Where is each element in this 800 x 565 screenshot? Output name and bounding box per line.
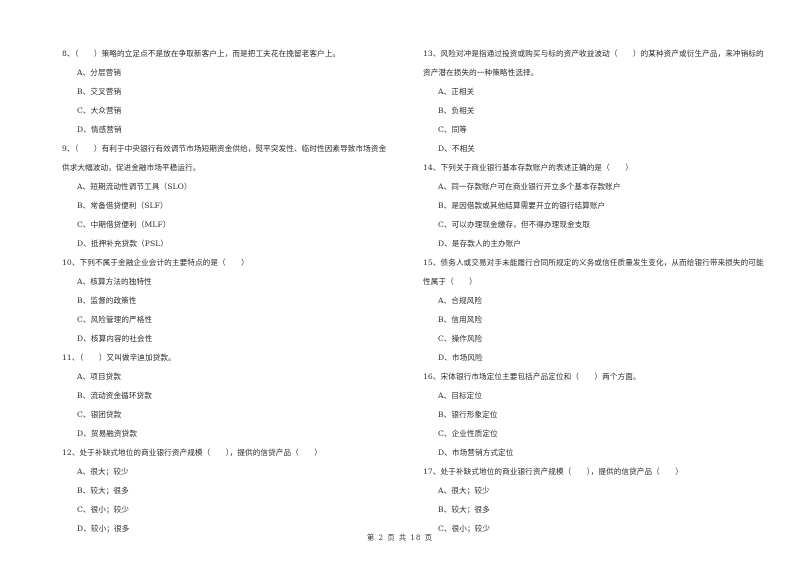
- option-c: C、大众营销: [77, 106, 122, 115]
- option-b: B、银行形象定位: [438, 410, 498, 419]
- question-stem: 9、（ ）有利于中央银行有效调节市场短期资金供给，熨平突发性、临时性因素导致市场…: [62, 144, 387, 172]
- option-c: C、操作风险: [438, 334, 483, 343]
- option-a: A、合规风险: [438, 296, 483, 305]
- option-d: D、情感营销: [77, 125, 122, 134]
- question-stem: 10、下列不属于金融企业会计的主要特点的是（ ）: [62, 258, 249, 267]
- option-a: A、项目贷款: [77, 372, 122, 381]
- option-d: D、核算内容的社会性: [77, 334, 153, 343]
- option-a: A、同一存款账户可在商业银行开立多个基本存款账户: [438, 182, 621, 191]
- option-c: C、中期借贷便利（MLF）: [77, 220, 171, 229]
- option-a: A、核算方法的独特性: [77, 277, 152, 286]
- option-c: C、很小；较少: [77, 505, 130, 514]
- right-column: 13、风险对冲是指通过投资或购买与标的资产收益波动（ ）的某种资产或衍生产品，来…: [423, 44, 768, 538]
- page-number: 第 2 页 共 18 页: [367, 533, 433, 542]
- option-a: A、很大；较少: [77, 467, 129, 476]
- option-b: B、较大；很多: [438, 505, 490, 514]
- option-b: B、是因借款或其他结算需要开立的银行结算账户: [438, 201, 606, 210]
- question-stem: 14、下列关于商业银行基本存款账户的表述正确的是（ ）: [423, 163, 633, 172]
- option-d: D、抵押补充贷款（PSL）: [77, 239, 169, 248]
- question-stem: 15、债务人或交易对手未能履行合同所规定的义务或信任质量发生变化，从而给银行带来…: [423, 258, 764, 286]
- question-stem: 16、宋体银行市场定位主要包括产品定位和（ ）两个方面。: [423, 372, 641, 381]
- option-c: C、风险管理的严格性: [77, 315, 153, 324]
- question-15: 15、债务人或交易对手未能履行合同所规定的义务或信任质量发生变化，从而给银行带来…: [423, 253, 768, 367]
- option-d: D、市场营销方式定位: [438, 448, 514, 457]
- question-16: 16、宋体银行市场定位主要包括产品定位和（ ）两个方面。 A、目标定位 B、银行…: [423, 367, 768, 462]
- question-stem: 13、风险对冲是指通过投资或购买与标的资产收益波动（ ）的某种资产或衍生产品，来…: [423, 49, 764, 77]
- option-d: D、市场风险: [438, 353, 483, 362]
- question-11: 11、（ ）又叫做辛迪加贷款。 A、项目贷款 B、流动资金循环贷款 C、银团贷款…: [62, 348, 392, 443]
- option-b: B、监督的政策性: [77, 296, 137, 305]
- question-13: 13、风险对冲是指通过投资或购买与标的资产收益波动（ ）的某种资产或衍生产品，来…: [423, 44, 768, 158]
- option-b: B、负相关: [438, 106, 475, 115]
- option-b: B、信用风险: [438, 315, 483, 324]
- option-a: A、目标定位: [438, 391, 483, 400]
- option-b: B、较大；很多: [77, 486, 129, 495]
- question-stem: 8、（ ）策略的立足点不是放在争取新客户上，而是把工夫花在挽留老客户上。: [62, 49, 341, 58]
- option-b: B、交叉营销: [77, 87, 122, 96]
- option-c: C、银团贷款: [77, 410, 122, 419]
- option-c: C、可以办理现金缴存，但不得办理现金支取: [438, 220, 591, 229]
- option-a: A、分层营销: [77, 68, 122, 77]
- question-14: 14、下列关于商业银行基本存款账户的表述正确的是（ ） A、同一存款账户可在商业…: [423, 158, 768, 253]
- question-stem: 17、处于补缺式地位的商业银行资产规模（ ），提供的信贷产品（ ）: [423, 467, 683, 476]
- option-b: B、常备借贷便利（SLF）: [77, 201, 168, 210]
- option-a: A、很大；较少: [438, 486, 490, 495]
- option-a: A、正相关: [438, 87, 475, 96]
- option-c: C、企业性质定位: [438, 429, 498, 438]
- question-8: 8、（ ）策略的立足点不是放在争取新客户上，而是把工夫花在挽留老客户上。 A、分…: [62, 44, 392, 139]
- question-9: 9、（ ）有利于中央银行有效调节市场短期资金供给，熨平突发性、临时性因素导致市场…: [62, 139, 392, 253]
- question-stem: 11、（ ）又叫做辛迪加贷款。: [62, 353, 176, 362]
- question-12: 12、处于补缺式地位的商业银行资产规模（ ），提供的信贷产品（ ） A、很大；较…: [62, 443, 392, 538]
- option-b: B、流动资金循环贷款: [77, 391, 152, 400]
- option-d: D、贸易融资贷款: [77, 429, 138, 438]
- left-column: 8、（ ）策略的立足点不是放在争取新客户上，而是把工夫花在挽留老客户上。 A、分…: [62, 44, 392, 538]
- option-d: D、是存款人的主办账户: [438, 239, 522, 248]
- question-17: 17、处于补缺式地位的商业银行资产规模（ ），提供的信贷产品（ ） A、很大；较…: [423, 462, 768, 538]
- question-10: 10、下列不属于金融企业会计的主要特点的是（ ） A、核算方法的独特性 B、监督…: [62, 253, 392, 348]
- option-d: D、不相关: [438, 144, 475, 153]
- option-c: C、同等: [438, 125, 467, 134]
- option-a: A、短期流动性调节工具（SLO）: [77, 182, 192, 191]
- question-stem: 12、处于补缺式地位的商业银行资产规模（ ），提供的信贷产品（ ）: [62, 448, 322, 457]
